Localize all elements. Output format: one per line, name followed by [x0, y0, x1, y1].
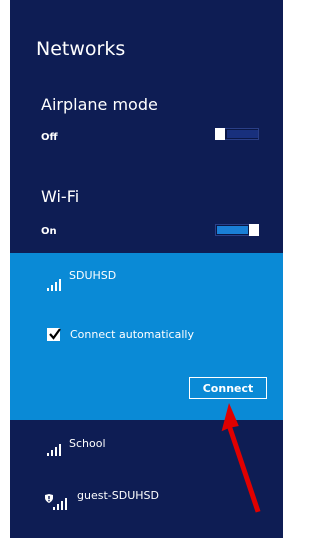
network-item-sduhsd[interactable]: SDUHSD Connect automatically Connect	[10, 253, 283, 420]
network-name: School	[69, 437, 106, 450]
checkmark-icon	[49, 328, 61, 340]
airplane-mode-state: Off	[41, 132, 58, 143]
panel-title: Networks	[36, 38, 126, 60]
connect-automatically-label: Connect automatically	[70, 328, 194, 341]
wifi-label: Wi-Fi	[41, 187, 80, 206]
connect-button[interactable]: Connect	[189, 377, 267, 399]
network-name: SDUHSD	[69, 269, 117, 282]
airplane-mode-toggle[interactable]	[215, 128, 259, 140]
networks-panel: Networks Airplane mode Off Wi-Fi On SDUH…	[10, 0, 283, 538]
network-name: guest-SDUHSD	[77, 489, 159, 502]
wifi-state: On	[41, 226, 57, 237]
connect-automatically-checkbox[interactable]	[47, 328, 61, 341]
wifi-signal-icon	[47, 444, 62, 456]
wifi-toggle[interactable]	[215, 224, 259, 236]
shield-icon	[45, 494, 53, 503]
wifi-signal-icon	[47, 279, 62, 291]
airplane-mode-label: Airplane mode	[41, 95, 158, 114]
wifi-signal-icon	[53, 498, 68, 510]
